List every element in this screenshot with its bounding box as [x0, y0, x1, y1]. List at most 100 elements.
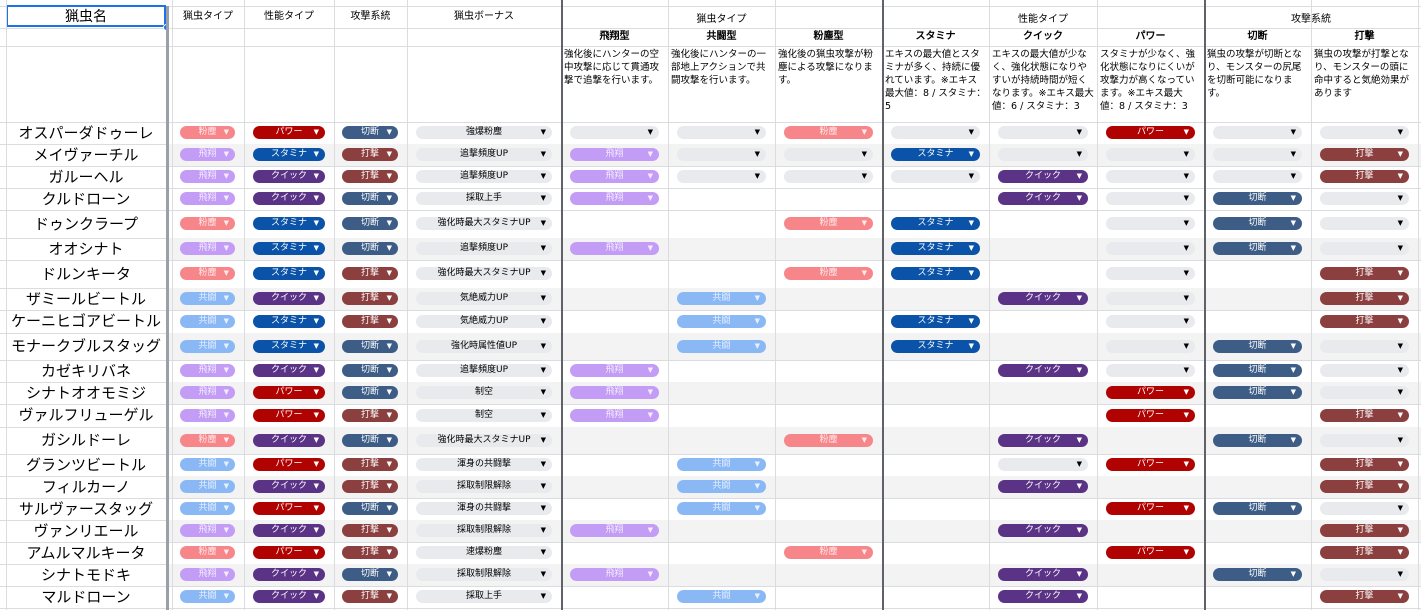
- dropdown-chip-funjin[interactable]: 粉塵 ▼: [784, 434, 873, 447]
- dropdown-chip-empty[interactable]: ▼: [1106, 364, 1195, 377]
- dropdown-chip-kyoto[interactable]: 共闘 ▼: [180, 590, 235, 603]
- dropdown-chip-hisho[interactable]: 飛翔 ▼: [180, 364, 235, 377]
- dropdown-chip-hisho[interactable]: 飛翔 ▼: [570, 524, 659, 537]
- dropdown-chip-empty[interactable]: ▼: [1320, 364, 1409, 377]
- dropdown-chip-daga[interactable]: 打撃 ▼: [342, 480, 398, 493]
- dropdown-chip-setsu[interactable]: 切断 ▼: [1213, 364, 1302, 377]
- dropdown-chip-stamina[interactable]: スタミナ ▼: [891, 242, 980, 255]
- dropdown-chip-power[interactable]: パワー ▼: [1106, 458, 1195, 471]
- dropdown-chip-daga[interactable]: 打撃 ▼: [342, 170, 398, 183]
- bonus-dropdown[interactable]: 渾身の共闘撃 ▼: [416, 502, 552, 515]
- dropdown-chip-empty[interactable]: ▼: [1106, 292, 1195, 305]
- dropdown-chip-empty[interactable]: ▼: [1213, 170, 1302, 183]
- dropdown-chip-hisho[interactable]: 飛翔 ▼: [570, 192, 659, 205]
- dropdown-chip-hisho[interactable]: 飛翔 ▼: [570, 568, 659, 581]
- bonus-dropdown[interactable]: 強化時属性値UP ▼: [416, 340, 552, 353]
- dropdown-chip-stamina[interactable]: スタミナ ▼: [253, 217, 325, 230]
- dropdown-chip-empty[interactable]: ▼: [1320, 192, 1409, 205]
- dropdown-chip-daga[interactable]: 打撃 ▼: [1320, 409, 1409, 422]
- bonus-dropdown[interactable]: 強化時最大スタミナUP ▼: [416, 267, 552, 280]
- dropdown-chip-empty[interactable]: ▼: [1106, 170, 1195, 183]
- dropdown-chip-stamina[interactable]: スタミナ ▼: [891, 217, 980, 230]
- dropdown-chip-empty[interactable]: ▼: [891, 170, 980, 183]
- dropdown-chip-daga[interactable]: 打撃 ▼: [342, 524, 398, 537]
- dropdown-chip-stamina[interactable]: スタミナ ▼: [891, 340, 980, 353]
- bonus-dropdown[interactable]: 渾身の共闘撃 ▼: [416, 458, 552, 471]
- dropdown-chip-quick[interactable]: クイック ▼: [998, 568, 1088, 581]
- dropdown-chip-daga[interactable]: 打撃 ▼: [342, 315, 398, 328]
- dropdown-chip-hisho[interactable]: 飛翔 ▼: [570, 364, 659, 377]
- dropdown-chip-power[interactable]: パワー ▼: [1106, 546, 1195, 559]
- dropdown-chip-stamina[interactable]: スタミナ ▼: [253, 148, 325, 161]
- dropdown-chip-empty[interactable]: ▼: [1320, 434, 1409, 447]
- dropdown-chip-empty[interactable]: ▼: [784, 148, 873, 161]
- bonus-dropdown[interactable]: 追撃頻度UP ▼: [416, 242, 552, 255]
- dropdown-chip-funjin[interactable]: 粉塵 ▼: [784, 267, 873, 280]
- dropdown-chip-empty[interactable]: ▼: [1106, 242, 1195, 255]
- bonus-dropdown[interactable]: 採取上手 ▼: [416, 590, 552, 603]
- dropdown-chip-stamina[interactable]: スタミナ ▼: [253, 242, 325, 255]
- dropdown-chip-daga[interactable]: 打撃 ▼: [342, 267, 398, 280]
- dropdown-chip-hisho[interactable]: 飛翔 ▼: [180, 192, 235, 205]
- dropdown-chip-kyoto[interactable]: 共闘 ▼: [677, 458, 766, 471]
- dropdown-chip-daga[interactable]: 打撃 ▼: [1320, 546, 1409, 559]
- dropdown-chip-stamina[interactable]: スタミナ ▼: [891, 148, 980, 161]
- dropdown-chip-empty[interactable]: ▼: [998, 458, 1088, 471]
- dropdown-chip-empty[interactable]: ▼: [677, 170, 766, 183]
- dropdown-chip-hisho[interactable]: 飛翔 ▼: [570, 409, 659, 422]
- dropdown-chip-empty[interactable]: ▼: [677, 148, 766, 161]
- dropdown-chip-empty[interactable]: ▼: [1106, 192, 1195, 205]
- dropdown-chip-setsu[interactable]: 切断 ▼: [1213, 242, 1302, 255]
- dropdown-chip-empty[interactable]: ▼: [1320, 217, 1409, 230]
- dropdown-chip-daga[interactable]: 打撃 ▼: [1320, 524, 1409, 537]
- dropdown-chip-setsu[interactable]: 切断 ▼: [342, 434, 398, 447]
- bonus-dropdown[interactable]: 制空 ▼: [416, 386, 552, 399]
- dropdown-chip-kyoto[interactable]: 共闘 ▼: [677, 340, 766, 353]
- dropdown-chip-hisho[interactable]: 飛翔 ▼: [570, 386, 659, 399]
- dropdown-chip-setsu[interactable]: 切断 ▼: [342, 340, 398, 353]
- dropdown-chip-empty[interactable]: ▼: [1106, 217, 1195, 230]
- dropdown-chip-setsu[interactable]: 切断 ▼: [342, 242, 398, 255]
- dropdown-chip-daga[interactable]: 打撃 ▼: [1320, 170, 1409, 183]
- dropdown-chip-funjin[interactable]: 粉塵 ▼: [784, 217, 873, 230]
- bonus-dropdown[interactable]: 採取上手 ▼: [416, 192, 552, 205]
- bonus-dropdown[interactable]: 採取制限解除 ▼: [416, 480, 552, 493]
- dropdown-chip-hisho[interactable]: 飛翔 ▼: [180, 524, 235, 537]
- dropdown-chip-kyoto[interactable]: 共闘 ▼: [180, 480, 235, 493]
- dropdown-chip-kyoto[interactable]: 共闘 ▼: [180, 292, 235, 305]
- dropdown-chip-empty[interactable]: ▼: [891, 126, 980, 139]
- dropdown-chip-quick[interactable]: クイック ▼: [998, 292, 1088, 305]
- dropdown-chip-daga[interactable]: 打撃 ▼: [342, 409, 398, 422]
- dropdown-chip-power[interactable]: パワー ▼: [1106, 502, 1195, 515]
- dropdown-chip-daga[interactable]: 打撃 ▼: [1320, 458, 1409, 471]
- dropdown-chip-hisho[interactable]: 飛翔 ▼: [180, 409, 235, 422]
- dropdown-chip-hisho[interactable]: 飛翔 ▼: [180, 170, 235, 183]
- dropdown-chip-hisho[interactable]: 飛翔 ▼: [570, 242, 659, 255]
- dropdown-chip-setsu[interactable]: 切断 ▼: [342, 502, 398, 515]
- dropdown-chip-kyoto[interactable]: 共闘 ▼: [677, 292, 766, 305]
- dropdown-chip-quick[interactable]: クイック ▼: [998, 170, 1088, 183]
- dropdown-chip-empty[interactable]: ▼: [677, 126, 766, 139]
- dropdown-chip-stamina[interactable]: スタミナ ▼: [891, 267, 980, 280]
- dropdown-chip-power[interactable]: パワー ▼: [253, 502, 325, 515]
- dropdown-chip-daga[interactable]: 打撃 ▼: [1320, 148, 1409, 161]
- dropdown-chip-quick[interactable]: クイック ▼: [253, 170, 325, 183]
- dropdown-chip-daga[interactable]: 打撃 ▼: [342, 292, 398, 305]
- dropdown-chip-quick[interactable]: クイック ▼: [253, 192, 325, 205]
- dropdown-chip-power[interactable]: パワー ▼: [1106, 386, 1195, 399]
- bonus-dropdown[interactable]: 気絶威力UP ▼: [416, 292, 552, 305]
- dropdown-chip-power[interactable]: パワー ▼: [253, 546, 325, 559]
- dropdown-chip-quick[interactable]: クイック ▼: [253, 480, 325, 493]
- dropdown-chip-kyoto[interactable]: 共闘 ▼: [180, 315, 235, 328]
- dropdown-chip-kyoto[interactable]: 共闘 ▼: [677, 502, 766, 515]
- dropdown-chip-kyoto[interactable]: 共闘 ▼: [677, 590, 766, 603]
- dropdown-chip-power[interactable]: パワー ▼: [253, 126, 325, 139]
- dropdown-chip-daga[interactable]: 打撃 ▼: [342, 148, 398, 161]
- dropdown-chip-stamina[interactable]: スタミナ ▼: [253, 315, 325, 328]
- dropdown-chip-quick[interactable]: クイック ▼: [998, 192, 1088, 205]
- dropdown-chip-kyoto[interactable]: 共闘 ▼: [180, 502, 235, 515]
- dropdown-chip-hisho[interactable]: 飛翔 ▼: [180, 148, 235, 161]
- dropdown-chip-empty[interactable]: ▼: [570, 126, 659, 139]
- dropdown-chip-setsu[interactable]: 切断 ▼: [1213, 502, 1302, 515]
- dropdown-chip-hisho[interactable]: 飛翔 ▼: [180, 242, 235, 255]
